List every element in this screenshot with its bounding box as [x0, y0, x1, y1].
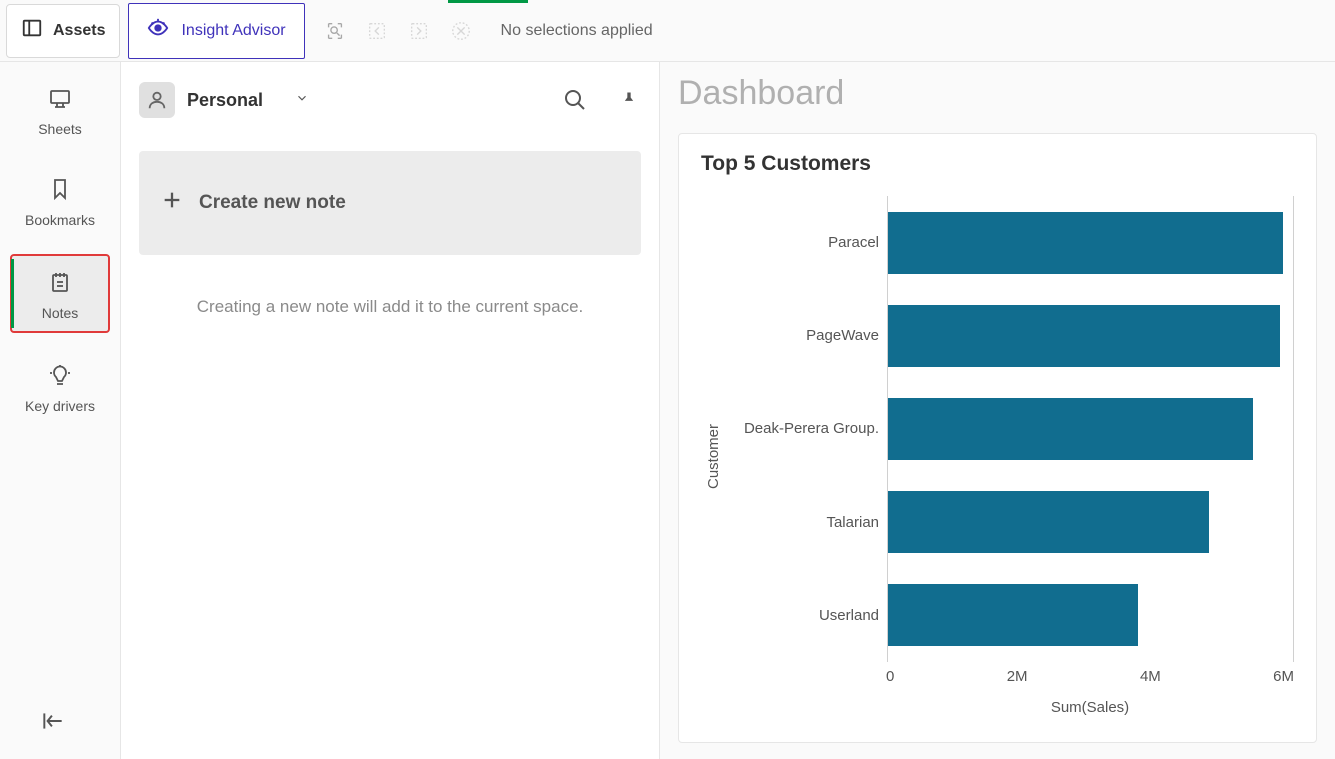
panel-icon: [21, 17, 43, 44]
insight-label: Insight Advisor: [181, 22, 285, 40]
step-back-icon[interactable]: [365, 19, 389, 43]
nav-label: Bookmarks: [25, 212, 95, 228]
smart-search-icon[interactable]: [323, 19, 347, 43]
chart-bar-label: Deak-Perera Group.: [727, 385, 887, 473]
no-selections-text: No selections applied: [501, 22, 653, 40]
notes-icon: [48, 270, 72, 297]
insight-icon: [147, 17, 169, 44]
dashboard-area: Dashboard Top 5 Customers Customer Parac…: [660, 62, 1335, 759]
chart-xlabel: Sum(Sales): [886, 699, 1294, 716]
bookmark-icon: [48, 177, 72, 204]
chart-xticks: 0 2M 4M 6M: [886, 668, 1294, 689]
collapse-sidebar-button[interactable]: [40, 708, 66, 739]
topbar: Assets Insight Advisor: [0, 0, 1335, 62]
insight-advisor-button[interactable]: Insight Advisor: [128, 3, 304, 59]
nav-sheets[interactable]: Sheets: [10, 72, 110, 147]
keydrivers-icon: [48, 363, 72, 390]
person-icon: [139, 82, 175, 118]
step-forward-icon[interactable]: [407, 19, 431, 43]
plus-icon: [161, 189, 183, 217]
clear-selections-icon[interactable]: [449, 19, 473, 43]
nav-label: Key drivers: [25, 398, 95, 414]
chart-category-labels: ParacelPageWaveDeak-Perera Group.Talaria…: [727, 196, 887, 662]
chart-bar-label: Userland: [727, 571, 887, 659]
chart-xtick: 4M: [1140, 668, 1161, 685]
chart-xtick: 6M: [1273, 668, 1294, 685]
chart-area: Customer ParacelPageWaveDeak-Perera Grou…: [701, 196, 1294, 716]
chart-bar[interactable]: [888, 305, 1280, 367]
chart-bars: [887, 196, 1294, 662]
dashboard-title: Dashboard: [678, 74, 1317, 113]
left-sidebar: Sheets Bookmarks Notes: [0, 62, 120, 759]
sheets-icon: [48, 86, 72, 113]
create-note-button[interactable]: Create new note: [139, 151, 641, 255]
helper-text: Creating a new note will add it to the c…: [121, 297, 659, 317]
chart-bar[interactable]: [888, 398, 1253, 460]
chart-bar-label: Talarian: [727, 478, 887, 566]
notes-panel: Personal: [120, 62, 660, 759]
chart-bar[interactable]: [888, 584, 1138, 646]
selection-toolbar: No selections applied: [323, 19, 653, 43]
chart-ylabel: Customer: [701, 236, 726, 676]
nav-notes[interactable]: Notes: [10, 254, 110, 333]
nav-keydrivers[interactable]: Key drivers: [10, 349, 110, 424]
pin-notes-button[interactable]: [617, 88, 641, 112]
chart-xtick: 0: [886, 668, 894, 685]
space-selector-row: Personal: [121, 74, 659, 126]
chart-xtick: 2M: [1007, 668, 1028, 685]
chart-bar[interactable]: [888, 491, 1209, 553]
chevron-down-icon[interactable]: [295, 91, 309, 110]
chart-bar-label: Paracel: [727, 199, 887, 287]
space-name[interactable]: Personal: [187, 90, 263, 111]
chart-bar-label: PageWave: [727, 292, 887, 380]
create-note-label: Create new note: [199, 192, 346, 214]
chart-bar[interactable]: [888, 212, 1283, 274]
assets-button[interactable]: Assets: [6, 4, 120, 58]
assets-label: Assets: [53, 22, 105, 40]
chart-card[interactable]: Top 5 Customers Customer ParacelPageWave…: [678, 133, 1317, 743]
chart-title: Top 5 Customers: [701, 152, 1294, 176]
search-notes-button[interactable]: [563, 88, 587, 112]
accent-strip: [448, 0, 528, 3]
nav-bookmarks[interactable]: Bookmarks: [10, 163, 110, 238]
nav-label: Sheets: [38, 121, 82, 137]
nav-label: Notes: [42, 305, 79, 321]
